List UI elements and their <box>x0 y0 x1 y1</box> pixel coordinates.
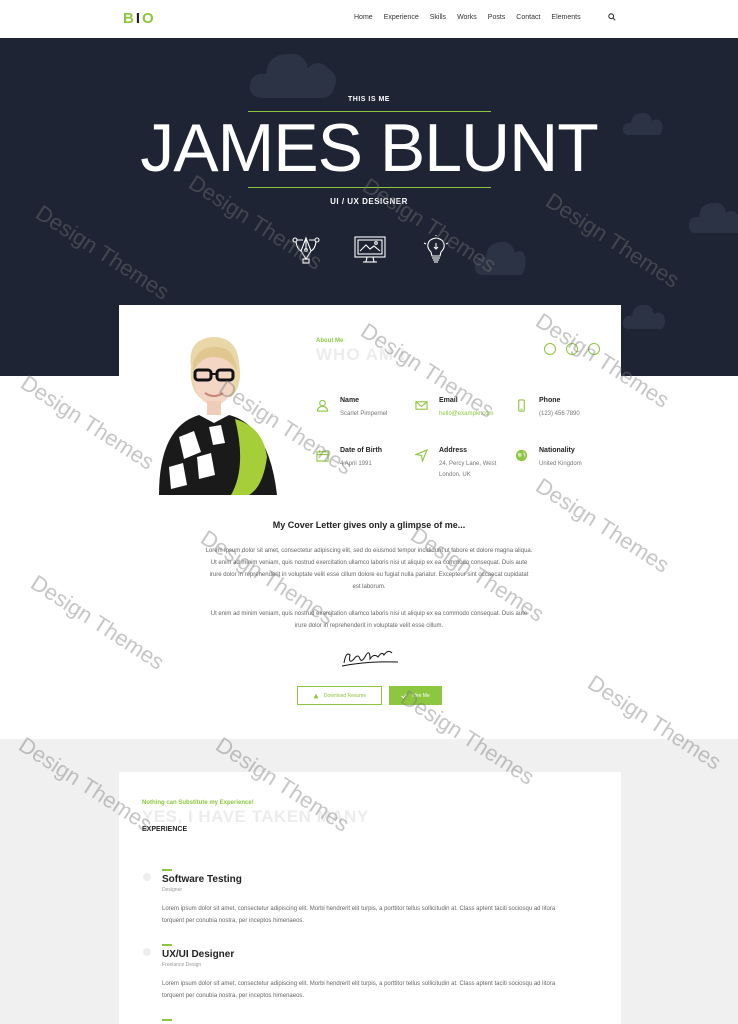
top-nav: BIO Home Experience Skills Works Posts C… <box>0 0 738 38</box>
download-resume-button[interactable]: Download Resume <box>297 686 382 705</box>
info-label: Nationality <box>539 447 575 454</box>
monitor-icon <box>354 236 386 263</box>
info-value: (123) 456 7890 <box>539 411 580 417</box>
info-label: Phone <box>539 397 561 404</box>
hero-name: JAMES BLUNT <box>140 110 599 186</box>
about-title: WHO AM I <box>316 345 406 364</box>
calendar-icon <box>316 449 329 462</box>
phone-icon <box>518 399 525 412</box>
signature <box>341 650 399 667</box>
experience-eyebrow: Nothing can Substitute my Experience! <box>142 800 254 806</box>
globe-icon <box>515 449 528 462</box>
job-accent <box>162 869 172 871</box>
hero-role: UI / UX DESIGNER <box>330 197 408 206</box>
hero-icons <box>0 235 738 265</box>
info-value: 24, Percy Lane, West London, UK <box>439 461 497 478</box>
cloud-decoration <box>622 304 666 329</box>
email-link[interactable]: hello@example.com <box>439 409 514 420</box>
info-label: Address <box>439 447 468 454</box>
job-title: UX/UI Designer <box>162 949 235 960</box>
timeline-dot <box>143 873 151 881</box>
page: BIO Home Experience Skills Works Posts C… <box>0 0 738 1024</box>
social-button[interactable] <box>588 343 600 355</box>
job-title: Software Testing <box>162 874 242 885</box>
cloud-decoration <box>249 53 336 98</box>
info-value: Scarlet Pimpernel <box>340 411 388 417</box>
info-label: Date of Birth <box>340 447 382 454</box>
hire-me-label: Hire Me <box>412 692 430 699</box>
user-icon <box>313 693 319 698</box>
location-arrow-icon <box>415 449 428 462</box>
pen-tool-icon <box>292 236 320 264</box>
experience-card: Nothing can Substitute my Experience! YE… <box>119 772 621 1024</box>
cover-letter-title: My Cover Letter gives only a glimpse of … <box>272 520 466 530</box>
info-label: Name <box>340 397 360 404</box>
hire-me-button[interactable]: Hire Me <box>389 686 442 705</box>
info-value: United Kingdom <box>539 461 582 467</box>
hero-eyebrow: THIS IS ME <box>348 96 390 103</box>
job-accent <box>162 944 172 946</box>
timeline-dot <box>143 948 151 956</box>
experience-big-title: YES, I HAVE TAKEN MANY <box>142 807 369 826</box>
download-resume-label: Download Resume <box>323 692 367 699</box>
nav-item-contact[interactable]: Contact <box>516 14 540 21</box>
envelope-icon <box>415 401 428 410</box>
cover-letter-paragraph: Ut enim ad minim veniam, quis nostrud ex… <box>210 611 528 629</box>
job-description: Lorem ipsum dolor sit amet, consectetur … <box>162 981 556 999</box>
cover-letter-paragraph: Lorem ipsum dolor sit amet, consectetur … <box>205 548 533 590</box>
social-button[interactable] <box>566 343 578 355</box>
lightbulb-icon <box>423 235 449 263</box>
nav-item-home[interactable]: Home <box>354 14 373 21</box>
nav-item-works[interactable]: Works <box>457 14 477 21</box>
check-icon <box>401 693 407 698</box>
nav-item-posts[interactable]: Posts <box>488 14 506 21</box>
nav-item-experience[interactable]: Experience <box>384 14 419 21</box>
profile-photo <box>139 327 280 495</box>
main-menu: Home Experience Skills Works Posts Conta… <box>354 14 592 21</box>
hero-divider-bottom <box>248 187 491 188</box>
user-icon <box>316 399 329 412</box>
job-subtitle: Freelance Design <box>162 962 202 968</box>
nav-item-elements[interactable]: Elements <box>551 14 580 21</box>
about-card: About Me WHO AM I Name Scarlet Pimpernel… <box>119 305 621 513</box>
job-accent <box>162 1019 172 1021</box>
search-icon[interactable] <box>608 13 616 21</box>
info-value: 4 April 1991 <box>340 461 372 467</box>
nav-item-skills[interactable]: Skills <box>430 14 446 21</box>
job-subtitle: Designer <box>162 887 183 893</box>
job-description: Lorem ipsum dolor sit amet, consectetur … <box>162 906 556 924</box>
experience-label: EXPERIENCE <box>142 826 188 833</box>
logo[interactable]: BIO <box>123 10 156 27</box>
about-eyebrow: About Me <box>316 338 344 344</box>
info-label: Email <box>439 397 458 404</box>
social-button[interactable] <box>544 343 556 355</box>
